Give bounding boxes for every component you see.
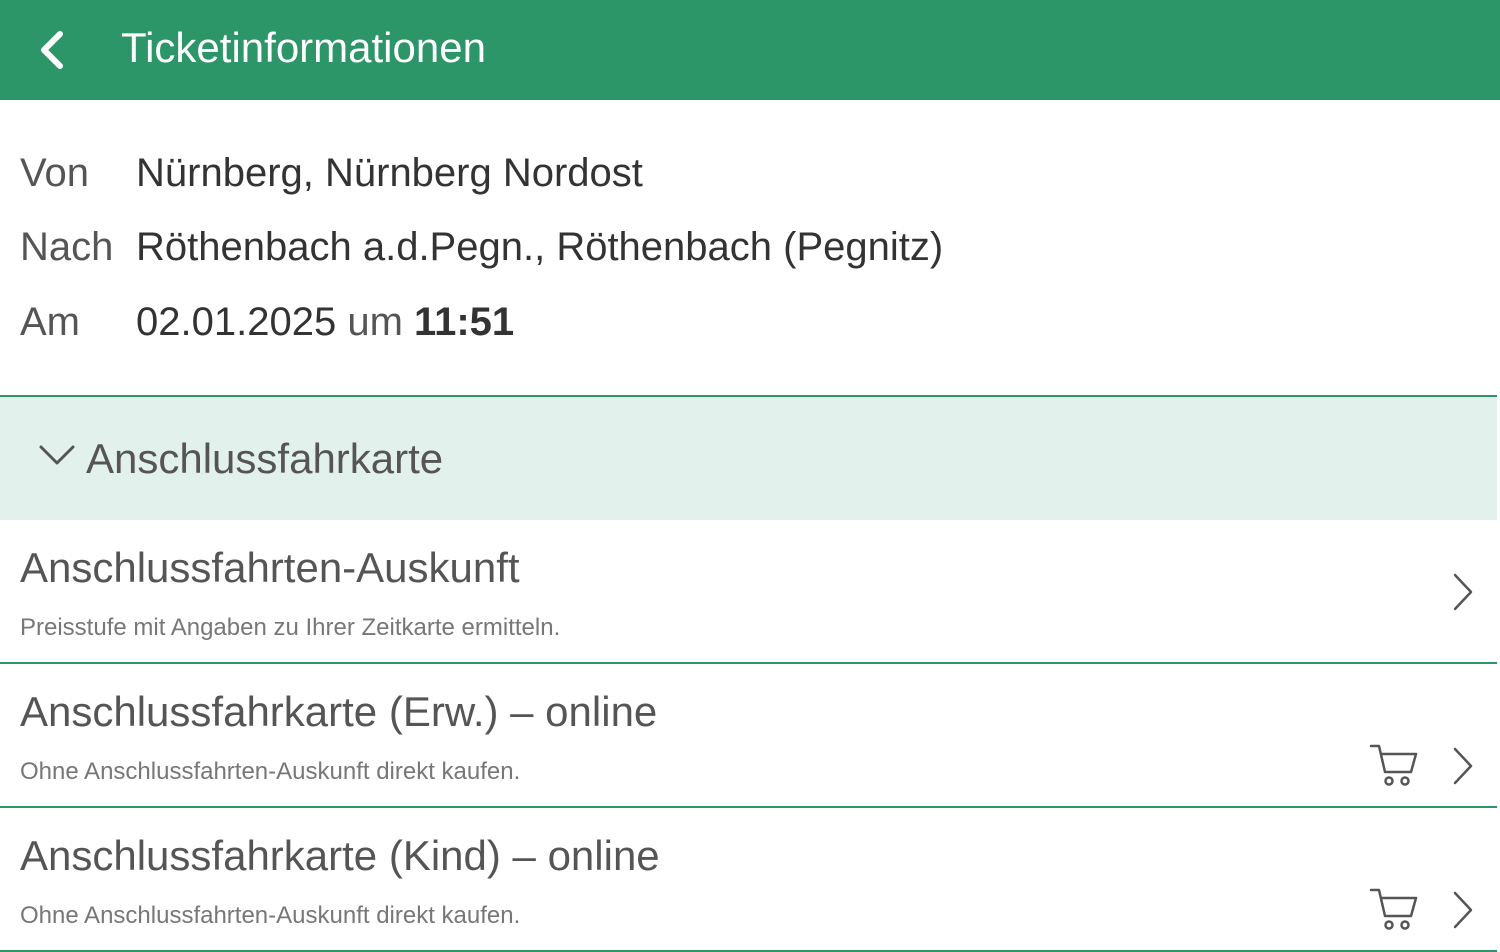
to-row: Nach Röthenbach a.d.Pegn., Röthenbach (P…: [20, 222, 943, 272]
cart-icon[interactable]: [1369, 742, 1419, 788]
date-row: Am 02.01.2025 um 11:51: [20, 297, 514, 347]
item-title: Anschlussfahrten-Auskunft: [20, 544, 520, 591]
item-subtitle: Ohne Anschlussfahrten-Auskunft direkt ka…: [20, 902, 521, 929]
list-item-kind-online[interactable]: Anschlussfahrkarte (Kind) – online Ohne …: [0, 808, 1497, 952]
from-label: Von: [20, 150, 89, 195]
app-header: Ticketinformationen: [0, 0, 1500, 100]
chevron-down-icon: [39, 445, 75, 465]
list-item-anschlussfahrten-auskunft[interactable]: Anschlussfahrten-Auskunft Preisstufe mit…: [0, 520, 1497, 664]
time-text: 11:51: [414, 299, 515, 344]
from-row: Von Nürnberg, Nürnberg Nordost: [20, 148, 643, 198]
cart-icon[interactable]: [1369, 886, 1419, 932]
connection-info: Von Nürnberg, Nürnberg Nordost Nach Röth…: [0, 100, 1500, 396]
date-text: 02.01.2025: [136, 299, 337, 344]
chevron-right-icon: [1453, 747, 1473, 785]
back-button[interactable]: [30, 26, 74, 74]
item-title: Anschlussfahrkarte (Kind) – online: [20, 832, 660, 879]
date-value: 02.01.2025 um 11:51: [136, 300, 514, 345]
to-label: Nach: [20, 224, 114, 269]
chevron-right-icon: [1453, 573, 1473, 611]
item-title: Anschlussfahrkarte (Erw.) – online: [20, 688, 658, 735]
section-header-anschlussfahrkarte[interactable]: Anschlussfahrkarte: [0, 395, 1497, 522]
chevron-right-icon: [1453, 891, 1473, 929]
item-subtitle: Ohne Anschlussfahrten-Auskunft direkt ka…: [20, 758, 521, 785]
section-title: Anschlussfahrkarte: [86, 435, 444, 482]
to-value: Röthenbach a.d.Pegn., Röthenbach (Pegnit…: [136, 224, 944, 269]
date-label: Am: [20, 299, 80, 344]
chevron-left-icon: [41, 31, 63, 69]
list-item-erwachsene-online[interactable]: Anschlussfahrkarte (Erw.) – online Ohne …: [0, 664, 1497, 808]
from-value: Nürnberg, Nürnberg Nordost: [136, 150, 643, 195]
page-title: Ticketinformationen: [121, 24, 486, 71]
item-subtitle: Preisstufe mit Angaben zu Ihrer Zeitkart…: [20, 614, 561, 641]
time-separator: um: [347, 299, 403, 344]
